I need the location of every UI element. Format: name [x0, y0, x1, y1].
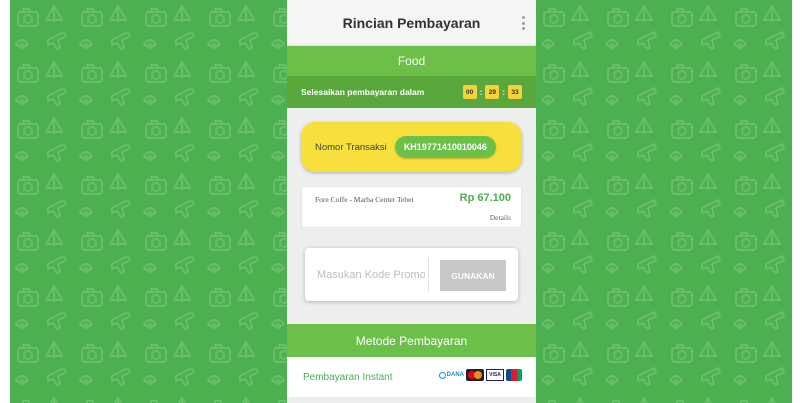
- divider: [428, 258, 429, 292]
- instant-payment-label: Pembayaran Instant: [303, 371, 393, 383]
- timer-separator: :: [479, 87, 483, 97]
- visa-logo-icon: VISA: [486, 369, 504, 381]
- transaction-number-badge: KH19771410010046: [394, 136, 496, 158]
- countdown-timer: 00 : 29 : 33: [462, 85, 522, 99]
- travel-pattern: [536, 0, 792, 403]
- background-pattern-right: [536, 0, 792, 403]
- background-pattern-left: [10, 0, 287, 403]
- transaction-card: Nomor Transaksi KH19771410010046: [301, 122, 522, 172]
- countdown-label: Selesaikan pembayaran dalam: [301, 87, 425, 97]
- page-title: Rincian Pembayaran: [342, 14, 481, 31]
- jcb-logo-icon: [506, 369, 522, 381]
- dana-logo-icon: DANA: [438, 371, 464, 379]
- instant-payment-option[interactable]: Pembayaran Instant DANA VISA: [287, 357, 536, 397]
- details-link[interactable]: Details: [490, 213, 511, 222]
- promo-code-input[interactable]: [317, 265, 425, 285]
- payment-method-title: Metode Pembayaran: [355, 333, 468, 348]
- payment-method-header: Metode Pembayaran: [287, 324, 536, 357]
- dana-logo-text: DANA: [446, 372, 464, 378]
- transaction-label: Nomor Transaksi: [315, 141, 387, 153]
- promo-code-card: GUNAKAN: [305, 248, 518, 301]
- payment-logos: DANA VISA: [437, 369, 522, 381]
- merchant-name: Fore Coffe - Marba Center Tebet: [315, 195, 414, 204]
- timer-seconds: 33: [508, 85, 522, 99]
- bottom-edge: [287, 397, 536, 403]
- category-label: Food: [397, 54, 426, 68]
- visa-logo-text: VISA: [489, 372, 501, 378]
- app-bar: Rincian Pembayaran: [287, 0, 536, 46]
- payment-details-screen: Rincian Pembayaran Food Selesaikan pemba…: [287, 0, 536, 403]
- timer-minutes: 29: [485, 85, 500, 99]
- travel-pattern: [10, 0, 287, 403]
- order-summary-card: Fore Coffe - Marba Center Tebet Rp 67.10…: [301, 186, 522, 228]
- kebab-menu-icon[interactable]: [522, 16, 526, 30]
- payment-countdown: Selesaikan pembayaran dalam 00 : 29 : 33: [287, 76, 536, 108]
- category-banner: Food: [287, 46, 536, 76]
- timer-separator: :: [502, 87, 505, 97]
- order-price: Rp 67.100: [459, 192, 511, 204]
- timer-hours: 00: [462, 85, 477, 99]
- apply-promo-button[interactable]: GUNAKAN: [440, 260, 506, 291]
- mastercard-logo-icon: [466, 369, 484, 381]
